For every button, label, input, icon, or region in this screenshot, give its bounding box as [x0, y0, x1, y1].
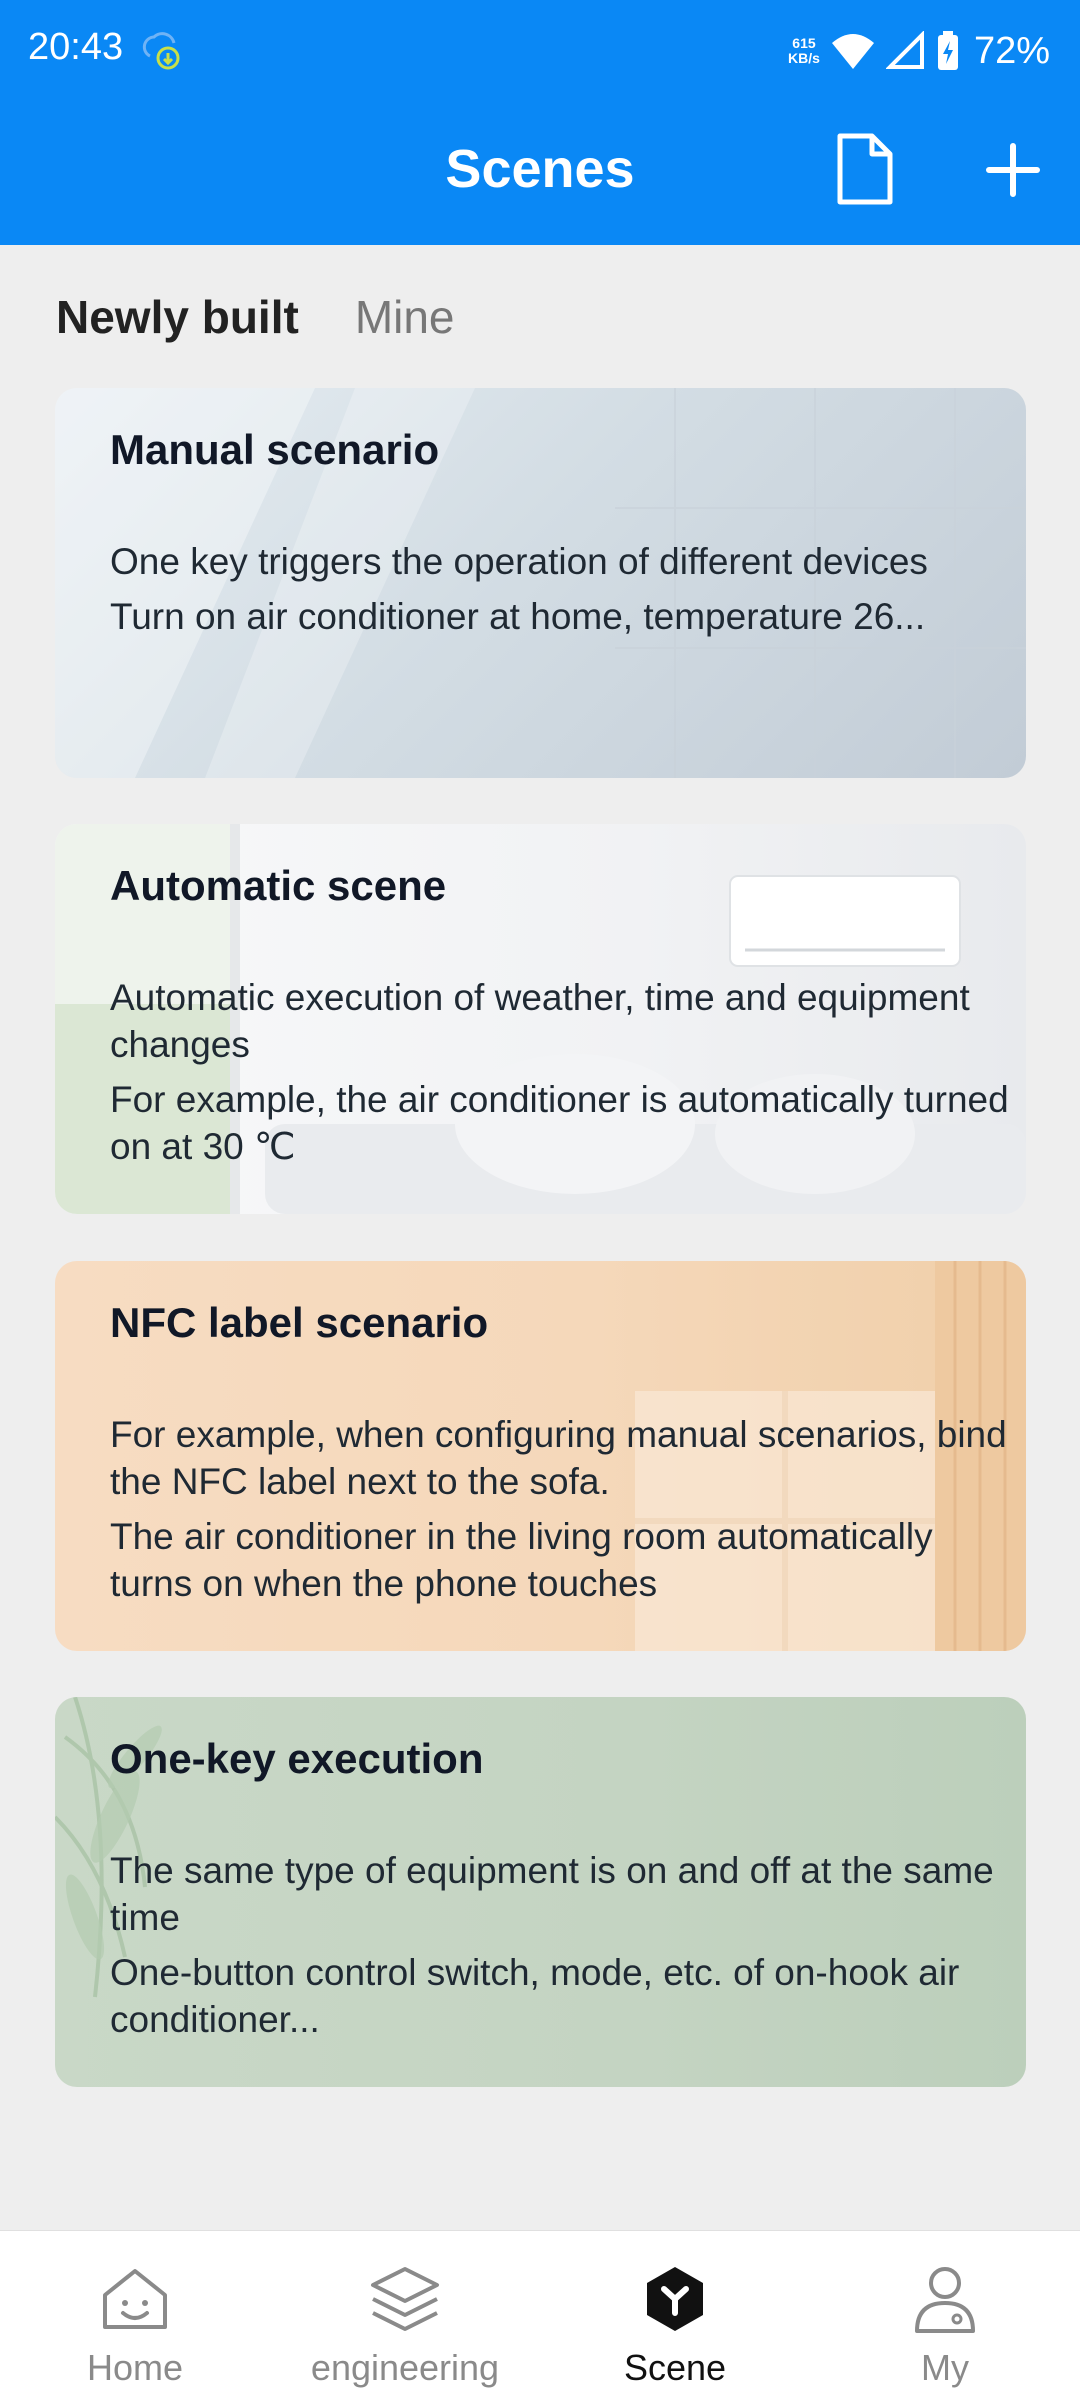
card-line: The same type of equipment is on and off…: [110, 1850, 994, 1938]
nav-home[interactable]: Home: [10, 2231, 260, 2400]
card-description: Automatic execution of weather, time and…: [110, 974, 1010, 1170]
net-speed-value: 615: [792, 35, 816, 51]
status-icons: 615 KB/s 72%: [788, 26, 1050, 76]
card-line: For example, the air conditioner is auto…: [110, 1079, 1009, 1167]
bottom-nav: Home engineering Scene My: [0, 2230, 1080, 2400]
card-line: One-button control switch, mode, etc. of…: [110, 1952, 960, 2040]
card-description: The same type of equipment is on and off…: [110, 1847, 1010, 2043]
nav-engineering[interactable]: engineering: [280, 2231, 530, 2400]
automatic-scene-card[interactable]: Automatic scene Automatic execution of w…: [55, 824, 1026, 1214]
card-line: Turn on air conditioner at home, tempera…: [110, 596, 926, 637]
card-title: Automatic scene: [110, 862, 447, 909]
scene-icon: [647, 2267, 703, 2331]
net-speed: 615 KB/s: [788, 36, 820, 66]
nav-label: Scene: [623, 2347, 727, 2388]
person-icon: [915, 2267, 975, 2333]
sync-download-icon: [142, 32, 180, 70]
nav-scene[interactable]: Scene: [550, 2231, 800, 2400]
document-icon[interactable]: [830, 130, 900, 210]
layers-icon: [371, 2267, 439, 2331]
one-key-execution-card[interactable]: One-key execution The same type of equip…: [55, 1697, 1026, 2087]
card-title: One-key execution: [110, 1735, 484, 1782]
page-title: Scenes: [445, 139, 635, 199]
card-title: Manual scenario: [110, 426, 440, 473]
manual-scenario-card[interactable]: Manual scenario One key triggers the ope…: [55, 388, 1026, 778]
scene-tabs: Newly built Mine: [56, 290, 455, 344]
card-description: One key triggers the operation of differ…: [110, 538, 1010, 640]
add-icon[interactable]: [978, 130, 1048, 210]
scenes-screen: 20:43 615 KB/s 72% Scenes Newly built Mi…: [0, 0, 1080, 2400]
nfc-label-scenario-card[interactable]: NFC label scenario For example, when con…: [55, 1261, 1026, 1651]
tab-newly-built[interactable]: Newly built: [56, 290, 299, 344]
card-title: NFC label scenario: [110, 1299, 489, 1346]
tab-mine[interactable]: Mine: [355, 290, 455, 344]
battery-percent: 72%: [973, 29, 1050, 72]
home-icon: [103, 2269, 167, 2329]
header-bar: 20:43 615 KB/s 72% Scenes: [0, 0, 1080, 245]
net-speed-unit: KB/s: [788, 50, 820, 66]
wifi-icon: [831, 34, 874, 69]
card-line: The air conditioner in the living room a…: [110, 1516, 933, 1604]
nav-label: Home: [86, 2347, 184, 2388]
signal-icon: [885, 31, 924, 69]
card-line: For example, when configuring manual sce…: [110, 1414, 1007, 1502]
battery-charging-icon: [937, 31, 958, 70]
nav-label: My: [921, 2347, 969, 2388]
card-line: Automatic execution of weather, time and…: [110, 977, 970, 1065]
card-line: One key triggers the operation of differ…: [110, 541, 928, 582]
nav-label: engineering: [310, 2347, 500, 2388]
card-description: For example, when configuring manual sce…: [110, 1411, 1010, 1607]
nav-my[interactable]: My: [820, 2231, 1070, 2400]
status-time: 20:43: [28, 26, 124, 68]
